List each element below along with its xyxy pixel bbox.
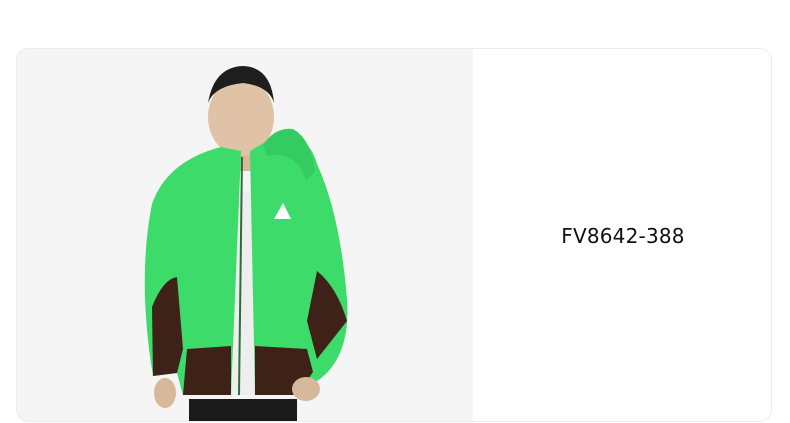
- product-image[interactable]: [17, 49, 473, 421]
- product-photo-icon: [17, 49, 473, 421]
- product-info: FV8642-388: [473, 49, 771, 421]
- product-card[interactable]: FV8642-388: [16, 48, 772, 422]
- product-sku: FV8642-388: [561, 224, 685, 248]
